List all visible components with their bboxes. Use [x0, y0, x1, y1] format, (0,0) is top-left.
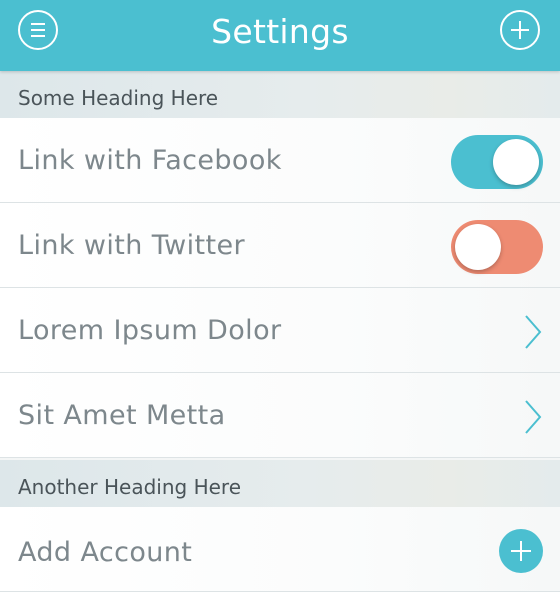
twitter-toggle[interactable]	[451, 220, 543, 274]
add-button[interactable]	[500, 10, 540, 50]
section-heading-label: Another Heading Here	[18, 475, 242, 499]
list-item-link-facebook[interactable]: Link with Facebook	[0, 118, 560, 203]
list-item-lorem-ipsum[interactable]: Lorem Ipsum Dolor	[0, 288, 560, 373]
list-item-sit-amet[interactable]: Sit Amet Metta	[0, 373, 560, 458]
toggle-knob	[455, 224, 501, 270]
chevron-right-icon	[525, 315, 542, 349]
list-item-link-twitter[interactable]: Link with Twitter	[0, 203, 560, 288]
section-heading: Another Heading Here	[0, 460, 560, 507]
add-account-button[interactable]	[499, 529, 543, 573]
facebook-toggle[interactable]	[451, 135, 543, 189]
list-item-label: Lorem Ipsum Dolor	[18, 315, 282, 346]
list-item-label: Sit Amet Metta	[18, 400, 226, 431]
list-item-label: Link with Facebook	[18, 145, 282, 176]
chevron-right-icon	[525, 400, 542, 434]
list-item-add-account[interactable]: Add Account	[0, 507, 560, 592]
list-item-label: Link with Twitter	[18, 230, 246, 261]
plus-circle-icon	[511, 541, 531, 561]
section-heading: Some Heading Here	[0, 71, 560, 118]
section-heading-label: Some Heading Here	[18, 86, 219, 110]
list-item-label: Add Account	[18, 537, 193, 568]
plus-icon	[511, 21, 529, 39]
page-title: Settings	[211, 12, 349, 51]
header-bar: Settings	[0, 0, 560, 71]
toggle-knob	[493, 139, 539, 185]
